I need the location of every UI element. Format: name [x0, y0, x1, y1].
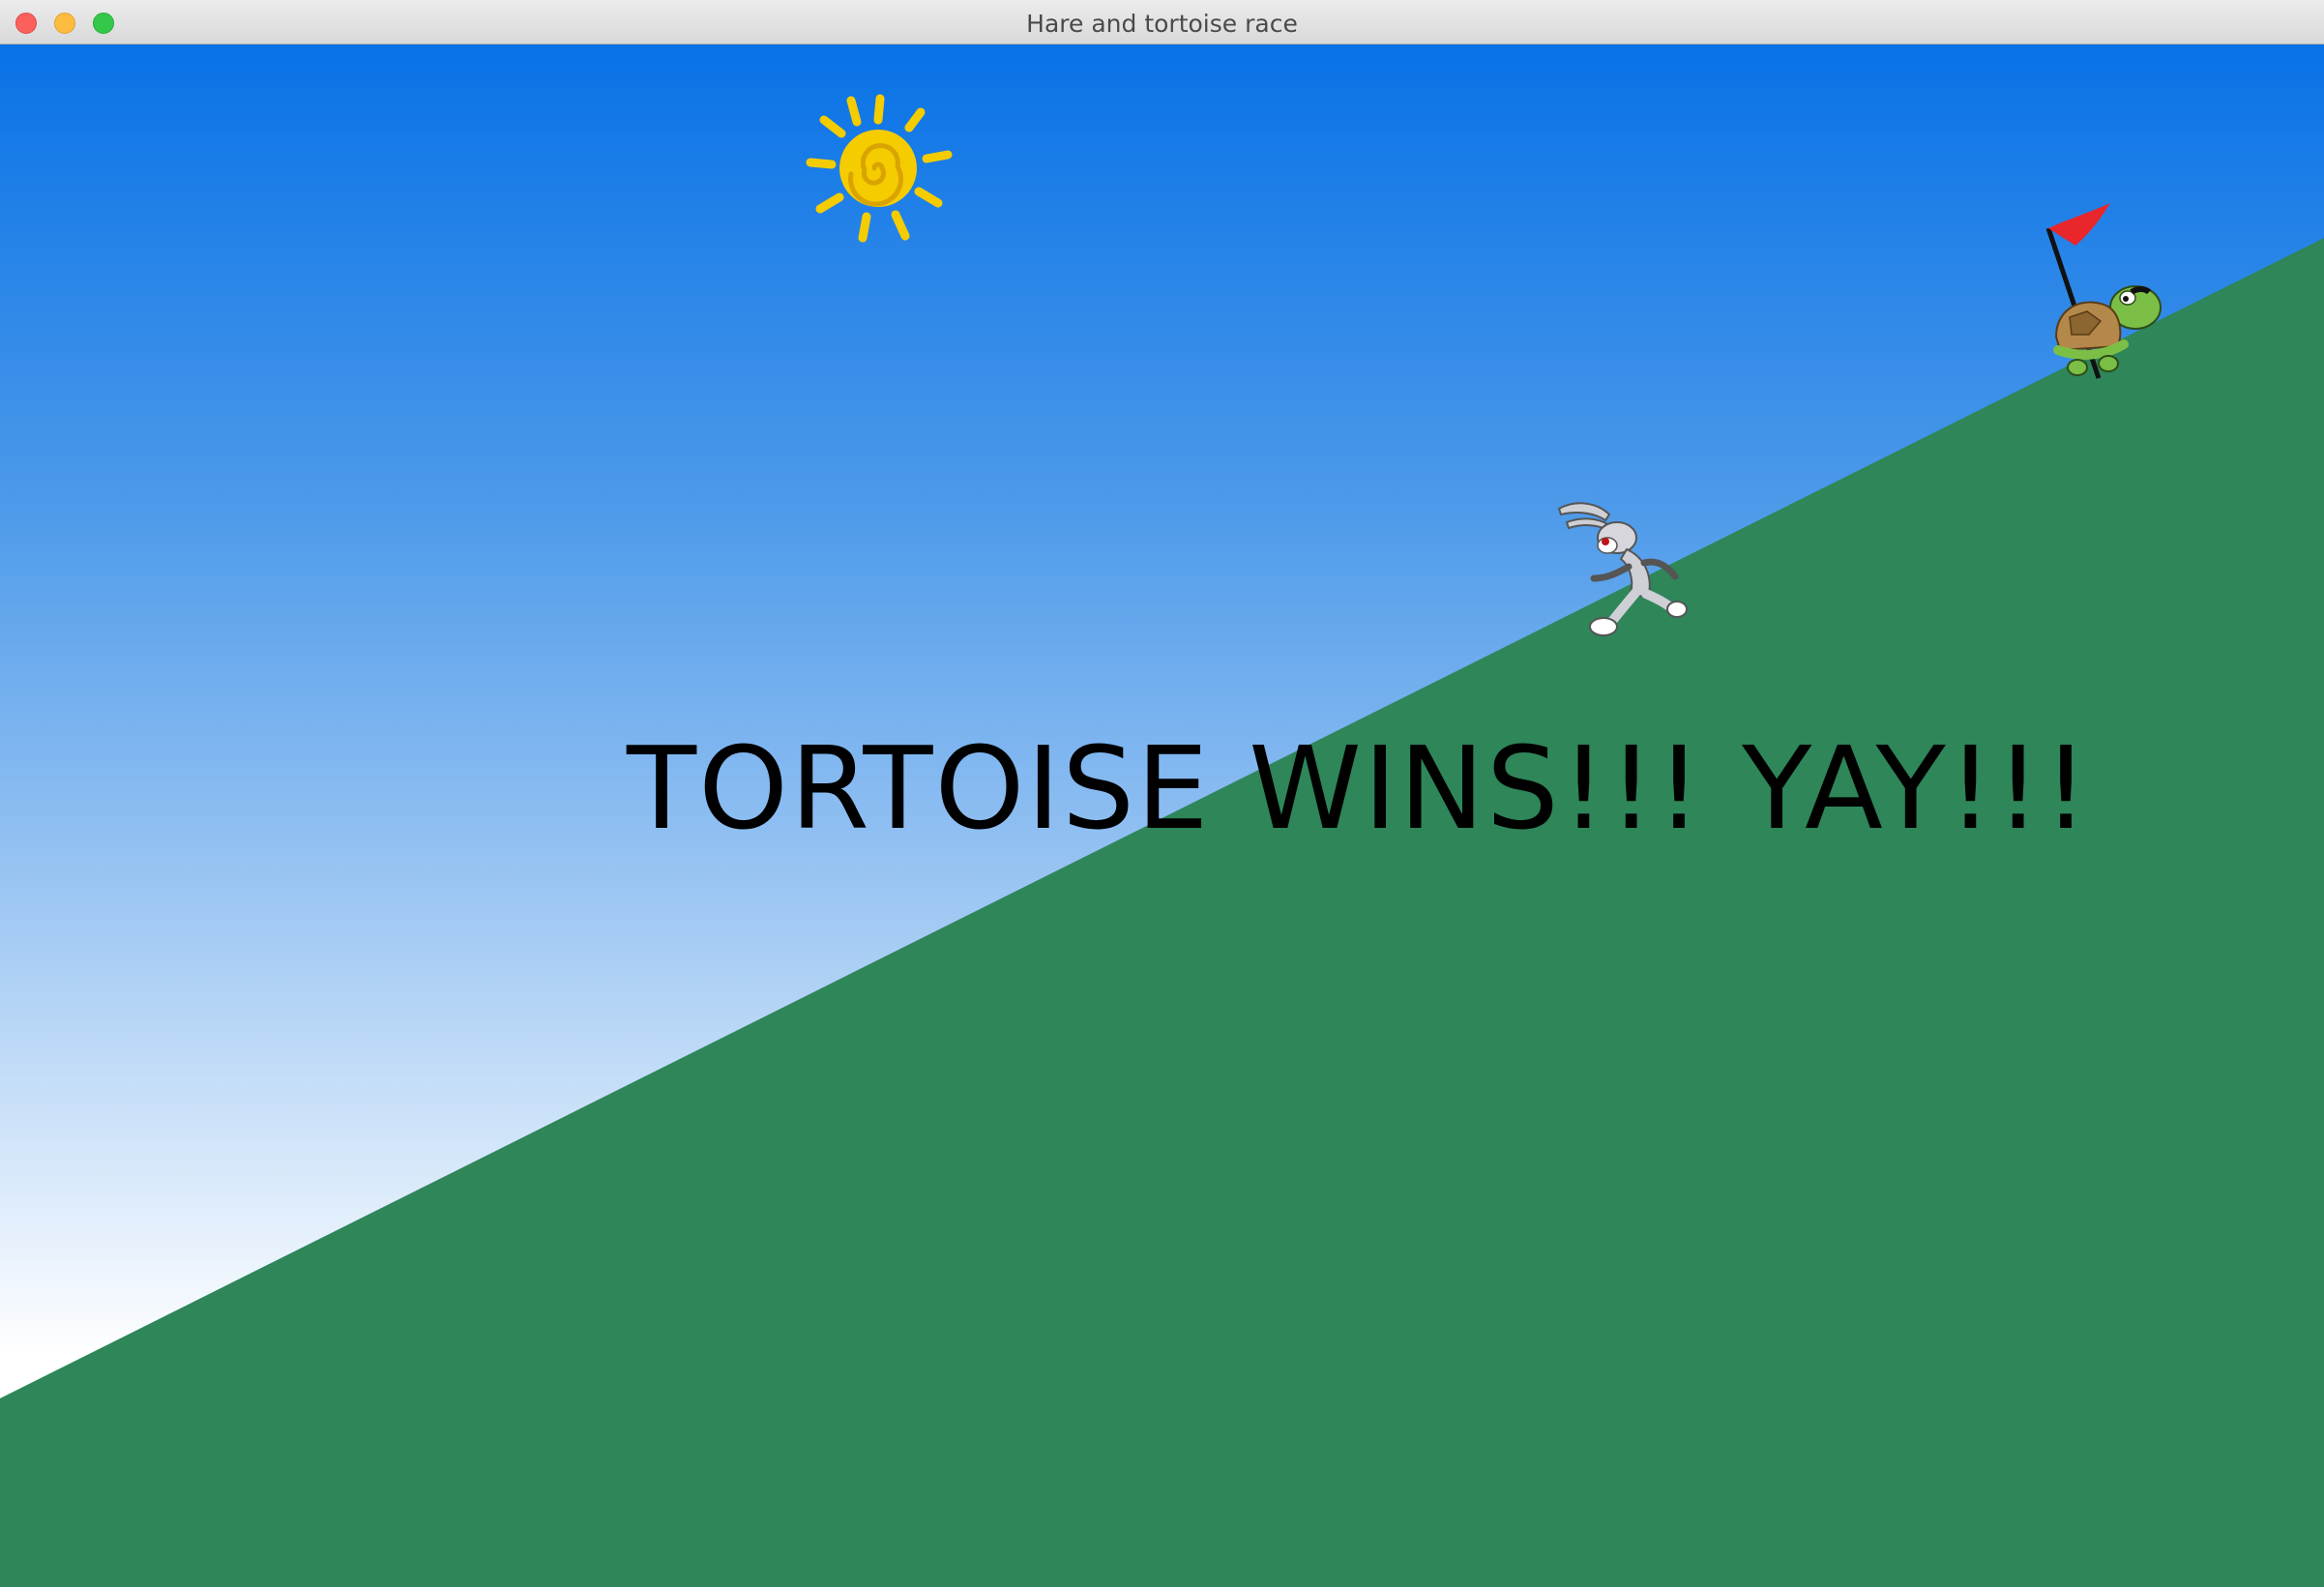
win-message: TORTOISE WINS!!! YAY!!! [627, 721, 2091, 855]
window-title: Hare and tortoise race [1026, 10, 1298, 38]
finish-flag-icon [2048, 203, 2110, 246]
title-bar[interactable]: Hare and tortoise race [0, 0, 2324, 44]
tortoise-sprite [2045, 203, 2162, 379]
hare-sprite [1557, 502, 1688, 636]
game-canvas[interactable]: TORTOISE WINS!!! YAY!!! [0, 44, 2324, 1587]
app-window: Hare and tortoise race TORTOISE WINS!!! … [0, 0, 2324, 1587]
sun-icon [806, 94, 953, 243]
